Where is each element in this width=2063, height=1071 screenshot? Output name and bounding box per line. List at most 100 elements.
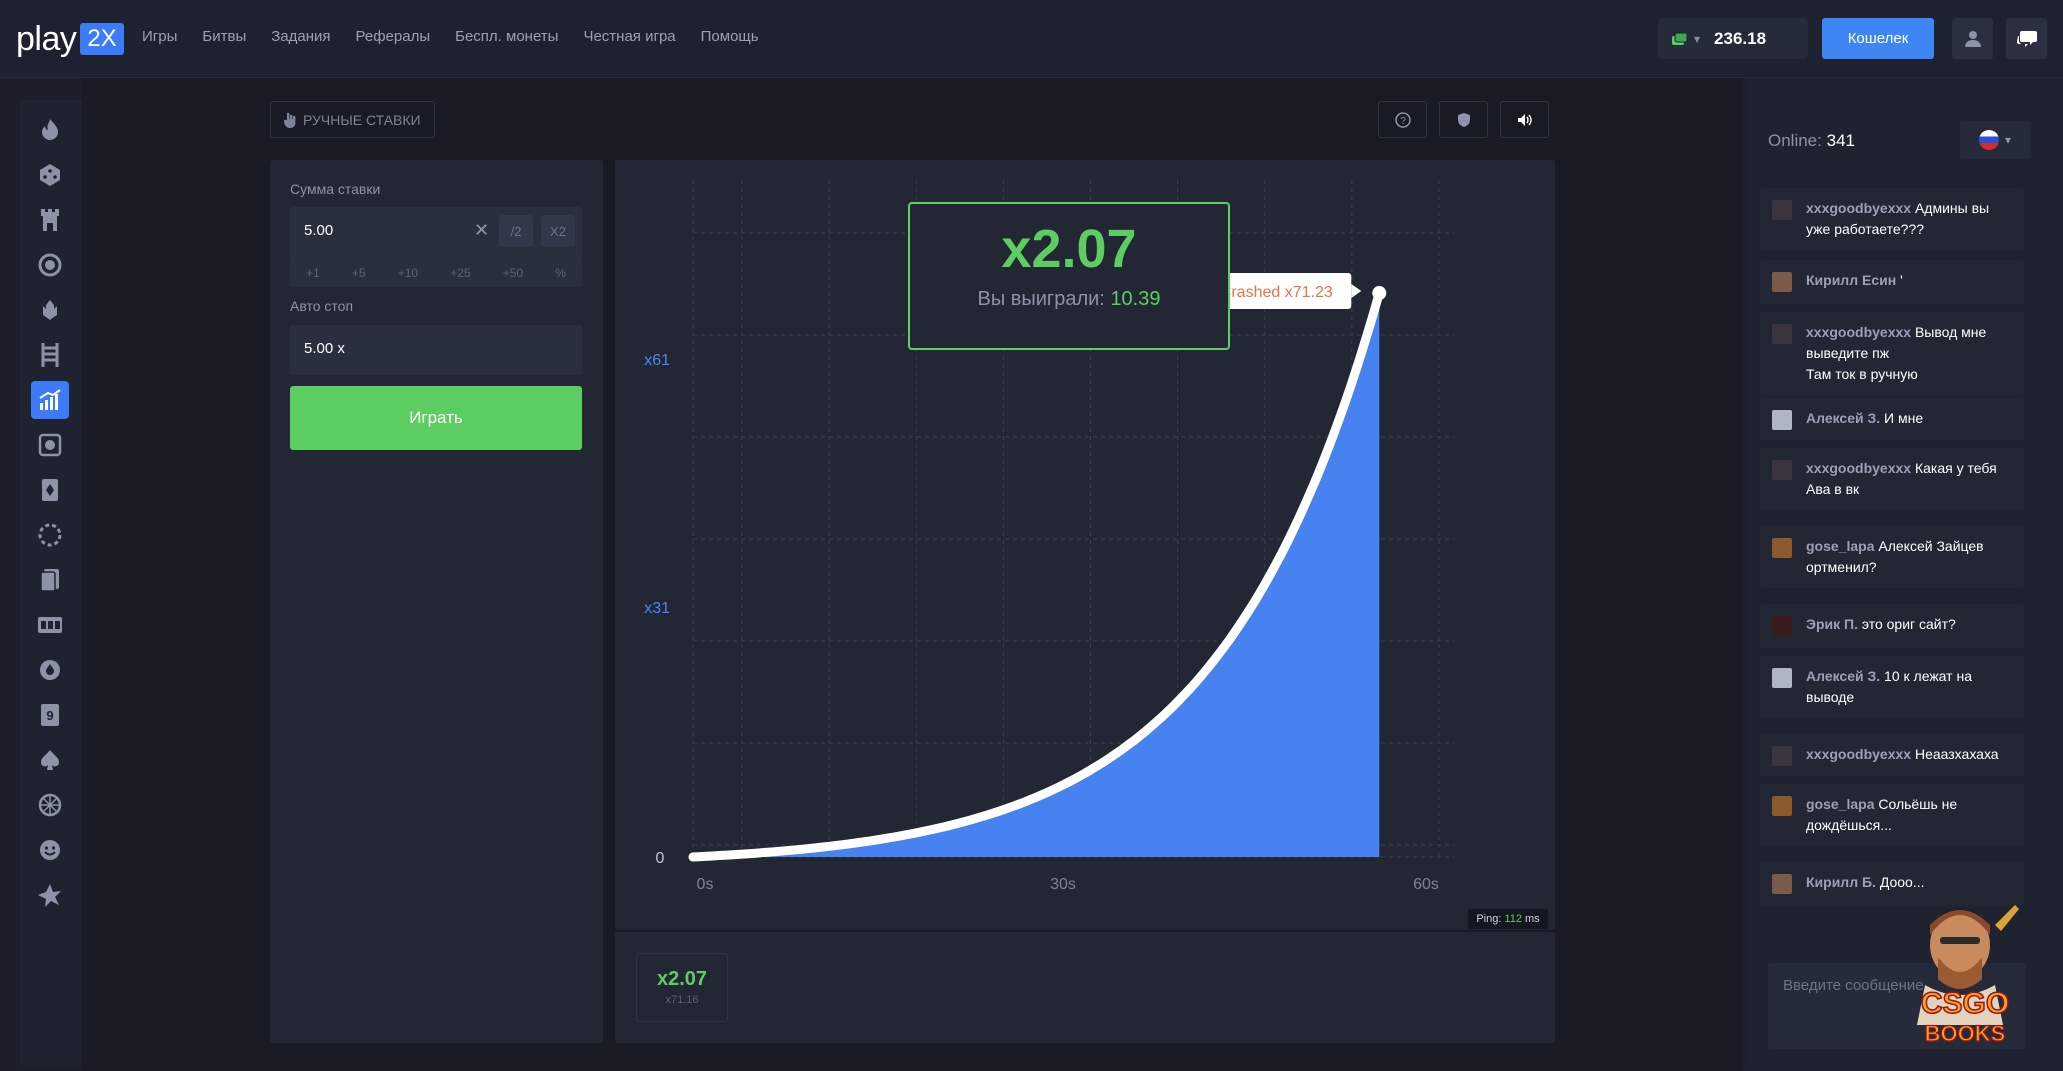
bet-amount-value: 5.00 bbox=[304, 222, 334, 239]
nav-games[interactable]: Игры bbox=[142, 28, 177, 45]
quick-add-25[interactable]: +25 bbox=[450, 266, 470, 280]
language-select[interactable]: ▾ bbox=[1960, 121, 2030, 159]
ladder-icon[interactable] bbox=[31, 336, 69, 374]
history-multiplier: x2.07 bbox=[656, 968, 708, 990]
chat-username[interactable]: gose_lapa bbox=[1806, 538, 1874, 554]
svg-text:?: ? bbox=[1400, 116, 1406, 127]
nav-quests[interactable]: Задания bbox=[271, 28, 330, 45]
sound-button[interactable] bbox=[1500, 101, 1549, 138]
manual-bets-tab[interactable]: РУЧНЫЕ СТАВКИ bbox=[270, 101, 435, 138]
avatar[interactable] bbox=[1772, 616, 1792, 636]
crash-point bbox=[1372, 286, 1387, 301]
ping-indicator: Ping: 112 ms bbox=[1468, 909, 1548, 929]
avatar[interactable] bbox=[1772, 410, 1792, 430]
tower-icon[interactable] bbox=[31, 201, 69, 239]
quick-add-row: +1 +5 +10 +25 +50 % bbox=[290, 259, 582, 287]
chat-username[interactable]: Эрик П. bbox=[1806, 616, 1858, 632]
drop-icon[interactable] bbox=[31, 651, 69, 689]
nav-referrals[interactable]: Рефералы bbox=[356, 28, 431, 45]
chat-username[interactable]: xxxgoodbyexxx bbox=[1806, 200, 1911, 216]
avatar[interactable] bbox=[1772, 874, 1792, 894]
chat-toggle-button[interactable] bbox=[2006, 18, 2047, 59]
roulette-icon[interactable] bbox=[31, 516, 69, 554]
fire-icon[interactable] bbox=[31, 111, 69, 149]
wallet-button[interactable]: Кошелек bbox=[1822, 18, 1934, 59]
ping-value: 112 bbox=[1504, 913, 1522, 925]
nav-battles[interactable]: Битвы bbox=[202, 28, 246, 45]
autostop-value: 5.00 x bbox=[304, 340, 345, 357]
chat-username[interactable]: Кирилл Есин bbox=[1806, 272, 1896, 288]
avatar[interactable] bbox=[1772, 324, 1792, 344]
wheel-of-fortune-icon[interactable] bbox=[31, 786, 69, 824]
half-button[interactable]: /2 bbox=[499, 215, 533, 247]
chat-message: gose_lapa Сольёшь не дождёшься... bbox=[1760, 784, 2024, 846]
chat-username[interactable]: xxxgoodbyexxx bbox=[1806, 746, 1911, 762]
top-bar: play 2X Игры Битвы Задания Рефералы Бесп… bbox=[0, 0, 2063, 78]
crystal-icon[interactable] bbox=[31, 291, 69, 329]
chat-username[interactable]: Алексей З. bbox=[1806, 668, 1880, 684]
svg-text:CSGO: CSGO bbox=[1921, 987, 2009, 1020]
autostop-label: Авто стоп bbox=[290, 298, 354, 314]
balance-value: 236.18 bbox=[1714, 28, 1767, 48]
avatar[interactable] bbox=[1772, 460, 1792, 480]
quick-add-50[interactable]: +50 bbox=[503, 266, 523, 280]
logo[interactable]: play 2X bbox=[16, 20, 124, 58]
avatar[interactable] bbox=[1772, 796, 1792, 816]
chat-username[interactable]: Кирилл Б. bbox=[1806, 874, 1876, 890]
watermark-logo: CSGO BOOKS bbox=[1900, 885, 2030, 1055]
play-button[interactable]: Играть bbox=[290, 386, 582, 450]
slots-icon[interactable] bbox=[31, 606, 69, 644]
nine-icon[interactable]: 9 bbox=[31, 696, 69, 734]
chat-username[interactable]: gose_lapa bbox=[1806, 796, 1874, 812]
spade-icon[interactable] bbox=[31, 741, 69, 779]
crash-chart-icon[interactable] bbox=[31, 381, 69, 419]
main-nav: Игры Битвы Задания Рефералы Беспл. монет… bbox=[142, 28, 759, 45]
dice-icon[interactable] bbox=[31, 156, 69, 194]
smiley-icon[interactable] bbox=[31, 831, 69, 869]
chat-username[interactable]: Алексей З. bbox=[1806, 410, 1880, 426]
wheel-icon[interactable] bbox=[31, 246, 69, 284]
speaker-icon bbox=[1517, 113, 1532, 126]
chevron-down-icon[interactable]: ▾ bbox=[1694, 32, 1700, 46]
avatar[interactable] bbox=[1772, 538, 1792, 558]
quick-add-5[interactable]: +5 bbox=[352, 266, 366, 280]
cards-icon[interactable] bbox=[31, 471, 69, 509]
y-tick-label: x31 bbox=[644, 600, 670, 617]
double-button[interactable]: X2 bbox=[541, 215, 575, 247]
chart-area bbox=[693, 293, 1380, 857]
autostop-input[interactable]: 5.00 x bbox=[290, 325, 582, 375]
nav-fair-game[interactable]: Честная игра bbox=[583, 28, 675, 45]
chat-message: xxxgoodbyexxx Админы вы уже работаете??? bbox=[1760, 188, 2024, 250]
chat-username[interactable]: xxxgoodbyexxx bbox=[1806, 324, 1911, 340]
history-item[interactable]: x2.07 x71.16 bbox=[636, 953, 728, 1022]
quick-add-percent[interactable]: % bbox=[555, 266, 566, 280]
close-icon[interactable]: ✕ bbox=[474, 220, 489, 241]
quick-add-10[interactable]: +10 bbox=[398, 266, 418, 280]
logo-badge: 2X bbox=[80, 23, 124, 55]
nav-free-coins[interactable]: Беспл. монеты bbox=[455, 28, 558, 45]
ping-label: Ping: bbox=[1476, 913, 1502, 925]
avatar[interactable] bbox=[1772, 668, 1792, 688]
balance-box[interactable]: ▾ 236.18 bbox=[1658, 18, 1808, 59]
crash-label-text: Crashed x71.23 bbox=[1220, 284, 1333, 301]
fairness-button[interactable] bbox=[1439, 101, 1488, 138]
keno-icon[interactable] bbox=[31, 426, 69, 464]
history-bar: x2.07 x71.16 bbox=[615, 932, 1555, 1043]
chat-text-2: Там ток в ручную bbox=[1806, 366, 1918, 382]
coins-icon bbox=[1670, 32, 1688, 46]
chat-message: xxxgoodbyexxx Вывод мне выведите пж Там т… bbox=[1760, 312, 2024, 395]
profile-button[interactable] bbox=[1952, 18, 1993, 59]
win-value: 10.39 bbox=[1110, 288, 1161, 310]
x-tick-label: 60s bbox=[1413, 876, 1439, 893]
shuriken-icon[interactable] bbox=[31, 876, 69, 914]
bet-amount-input[interactable]: 5.00 ✕ /2 X2 bbox=[290, 207, 582, 259]
shield-icon bbox=[1457, 112, 1470, 127]
avatar[interactable] bbox=[1772, 746, 1792, 766]
avatar[interactable] bbox=[1772, 200, 1792, 220]
avatar[interactable] bbox=[1772, 272, 1792, 292]
blackjack-icon[interactable] bbox=[31, 561, 69, 599]
quick-add-1[interactable]: +1 bbox=[306, 266, 320, 280]
nav-help[interactable]: Помощь bbox=[701, 28, 759, 45]
help-button[interactable]: ? bbox=[1378, 101, 1427, 138]
chat-username[interactable]: xxxgoodbyexxx bbox=[1806, 460, 1911, 476]
